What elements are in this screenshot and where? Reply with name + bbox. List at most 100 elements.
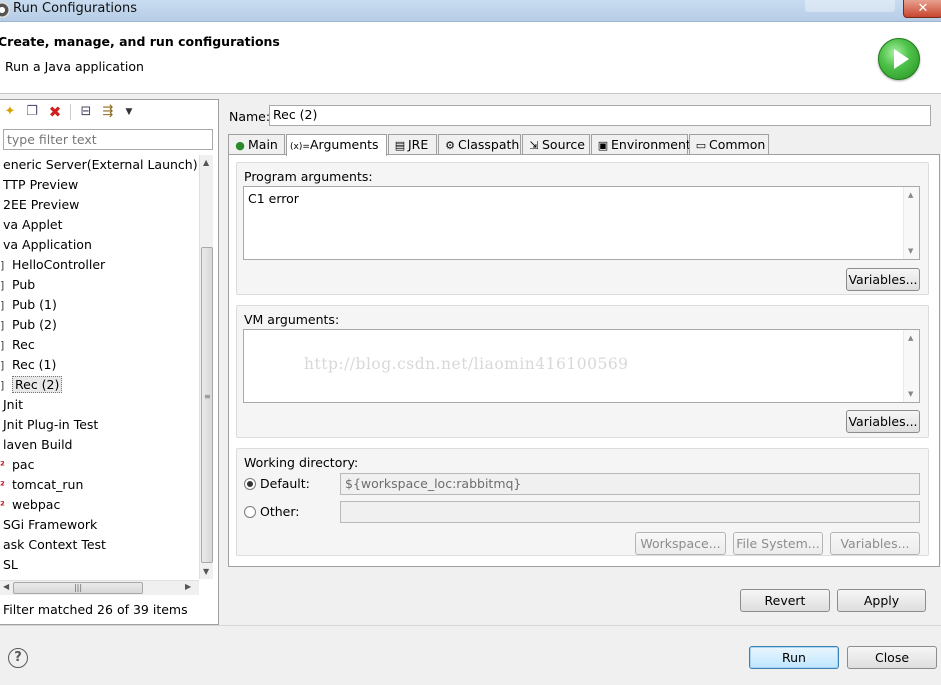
- default-directory-field: ${workspace_loc:rabbitmq}: [340, 473, 920, 495]
- environment-tab-icon: ▣: [597, 139, 609, 152]
- horizontal-scroll-thumb[interactable]: |||: [13, 582, 143, 594]
- vm-arguments-scrollbar[interactable]: ▲ ▼: [903, 330, 919, 402]
- program-arguments-textarea[interactable]: C1 error ▲ ▼: [243, 186, 920, 260]
- vm-variables-button[interactable]: Variables...: [846, 410, 920, 433]
- scroll-down-icon[interactable]: ▼: [908, 247, 913, 255]
- tree-horizontal-scrollbar[interactable]: ◀ ||| ▶: [0, 580, 199, 595]
- revert-button[interactable]: Revert: [740, 589, 830, 612]
- duplicate-icon[interactable]: ❐: [24, 104, 40, 120]
- scroll-down-icon[interactable]: ▼: [203, 567, 209, 576]
- common-tab-icon: ▭: [695, 139, 707, 152]
- default-radio[interactable]: [244, 478, 256, 490]
- tree-item[interactable]: ² tomcat_run: [0, 475, 199, 495]
- tab-common[interactable]: ▭ Common: [689, 134, 769, 155]
- window-close-button[interactable]: ✕: [903, 0, 941, 18]
- name-input[interactable]: Rec (2): [269, 105, 931, 126]
- dropdown-arrow-icon[interactable]: ▼: [121, 104, 137, 120]
- new-launch-config-icon[interactable]: ✦: [2, 104, 18, 120]
- maven-config-icon: ²: [0, 459, 5, 472]
- other-radio[interactable]: [244, 506, 256, 518]
- help-icon[interactable]: ?: [8, 648, 28, 668]
- tree-item[interactable]: ] Pub (2): [0, 315, 199, 335]
- tree-item-label: Pub (2): [12, 317, 57, 332]
- run-button[interactable]: Run: [749, 646, 839, 669]
- tree-item[interactable]: TTP Preview: [0, 175, 199, 195]
- file-system-button[interactable]: File System...: [733, 532, 823, 555]
- tab-label: Environment: [611, 137, 691, 152]
- tab-classpath[interactable]: ⚙ Classpath: [438, 134, 521, 155]
- tree-item[interactable]: va Application: [0, 235, 199, 255]
- tree-item[interactable]: ] Rec (1): [0, 355, 199, 375]
- scroll-up-icon[interactable]: ▲: [203, 158, 209, 167]
- tab-main[interactable]: ● Main: [228, 134, 285, 155]
- tree-item[interactable]: ² pac: [0, 455, 199, 475]
- tree-item[interactable]: ] Pub (1): [0, 295, 199, 315]
- tree-item-label: Pub (1): [12, 297, 57, 312]
- default-label: Default:: [260, 476, 310, 491]
- vm-arguments-group: VM arguments: http://blog.csdn.net/liaom…: [236, 305, 929, 438]
- tree-item[interactable]: 2EE Preview: [0, 195, 199, 215]
- tree-item-label: va Applet: [3, 217, 63, 232]
- working-directory-group: Working directory: Default: ${workspace_…: [236, 448, 929, 556]
- tab-arguments[interactable]: (x)=Arguments: [286, 134, 387, 156]
- close-button[interactable]: Close: [847, 646, 937, 669]
- tree-item-label: tomcat_run: [12, 477, 84, 492]
- filter-icon[interactable]: ⇶: [100, 104, 116, 120]
- scroll-right-icon[interactable]: ▶: [185, 582, 191, 591]
- filter-input[interactable]: [3, 129, 213, 150]
- vm-arguments-textarea[interactable]: http://blog.csdn.net/liaomin416100569 ▲ …: [243, 329, 920, 403]
- tab-source[interactable]: ⇲ Source: [522, 134, 590, 155]
- tree-item-label: SL: [3, 557, 18, 572]
- tree-item-label: HelloController: [12, 257, 106, 272]
- maven-config-icon: ²: [0, 499, 5, 512]
- program-arguments-scrollbar[interactable]: ▲ ▼: [903, 187, 919, 259]
- dialog-header: Create, manage, and run configurations R…: [0, 22, 941, 94]
- vertical-scroll-thumb[interactable]: ≡: [201, 247, 213, 563]
- tree-item[interactable]: SGi Framework: [0, 515, 199, 535]
- tree-item[interactable]: ] Rec (2): [0, 375, 199, 395]
- workspace-button[interactable]: Workspace...: [635, 532, 726, 555]
- tree-item[interactable]: SL: [0, 555, 199, 575]
- apply-button[interactable]: Apply: [837, 589, 926, 612]
- tree-item[interactable]: eneric Server(External Launch): [0, 155, 199, 175]
- jre-tab-icon: ▤: [394, 139, 406, 152]
- maven-config-icon: ²: [0, 479, 5, 492]
- configuration-tree: eneric Server(External Launch) TTP Previe…: [0, 155, 199, 579]
- tab-jre[interactable]: ▤ JRE: [388, 134, 437, 155]
- scroll-up-icon[interactable]: ▲: [908, 334, 913, 342]
- tab-label: Common: [709, 137, 766, 152]
- tree-item-label: SGi Framework: [3, 517, 98, 532]
- tree-item[interactable]: Jnit Plug-in Test: [0, 415, 199, 435]
- tree-item-label: webpac: [12, 497, 61, 512]
- scroll-left-icon[interactable]: ◀: [3, 582, 9, 591]
- java-app-config-icon: ]: [0, 379, 5, 392]
- tab-label: Main: [248, 137, 278, 152]
- source-tab-icon: ⇲: [529, 139, 539, 152]
- main-tab-icon: ●: [235, 139, 245, 152]
- tree-item[interactable]: ask Context Test: [0, 535, 199, 555]
- scroll-down-icon[interactable]: ▼: [908, 390, 913, 398]
- name-label: Name:: [229, 109, 271, 124]
- tree-item[interactable]: Jnit: [0, 395, 199, 415]
- classpath-tab-icon: ⚙: [445, 139, 455, 152]
- collapse-all-icon[interactable]: ⊟: [78, 104, 94, 120]
- tree-item[interactable]: laven Build: [0, 435, 199, 455]
- working-dir-variables-button[interactable]: Variables...: [830, 532, 920, 555]
- tree-vertical-scrollbar[interactable]: ▲ ≡ ▼: [199, 155, 213, 579]
- tree-item[interactable]: ] HelloController: [0, 255, 199, 275]
- tree-item[interactable]: ] Rec: [0, 335, 199, 355]
- scroll-up-icon[interactable]: ▲: [908, 191, 913, 199]
- tree-item-label: TTP Preview: [3, 177, 79, 192]
- delete-icon[interactable]: ✖: [47, 104, 63, 120]
- program-arguments-value: C1 error: [248, 191, 299, 206]
- grip-icon: ≡: [204, 392, 211, 401]
- java-app-config-icon: ]: [0, 259, 5, 272]
- other-directory-field[interactable]: [340, 501, 920, 523]
- filter-status: Filter matched 26 of 39 items: [3, 602, 188, 617]
- tree-item[interactable]: va Applet: [0, 215, 199, 235]
- tree-item[interactable]: ] Pub: [0, 275, 199, 295]
- program-variables-button[interactable]: Variables...: [846, 268, 920, 291]
- run-logo-icon: [878, 38, 920, 80]
- tree-item[interactable]: ² webpac: [0, 495, 199, 515]
- tab-environment[interactable]: ▣ Environment: [591, 134, 691, 155]
